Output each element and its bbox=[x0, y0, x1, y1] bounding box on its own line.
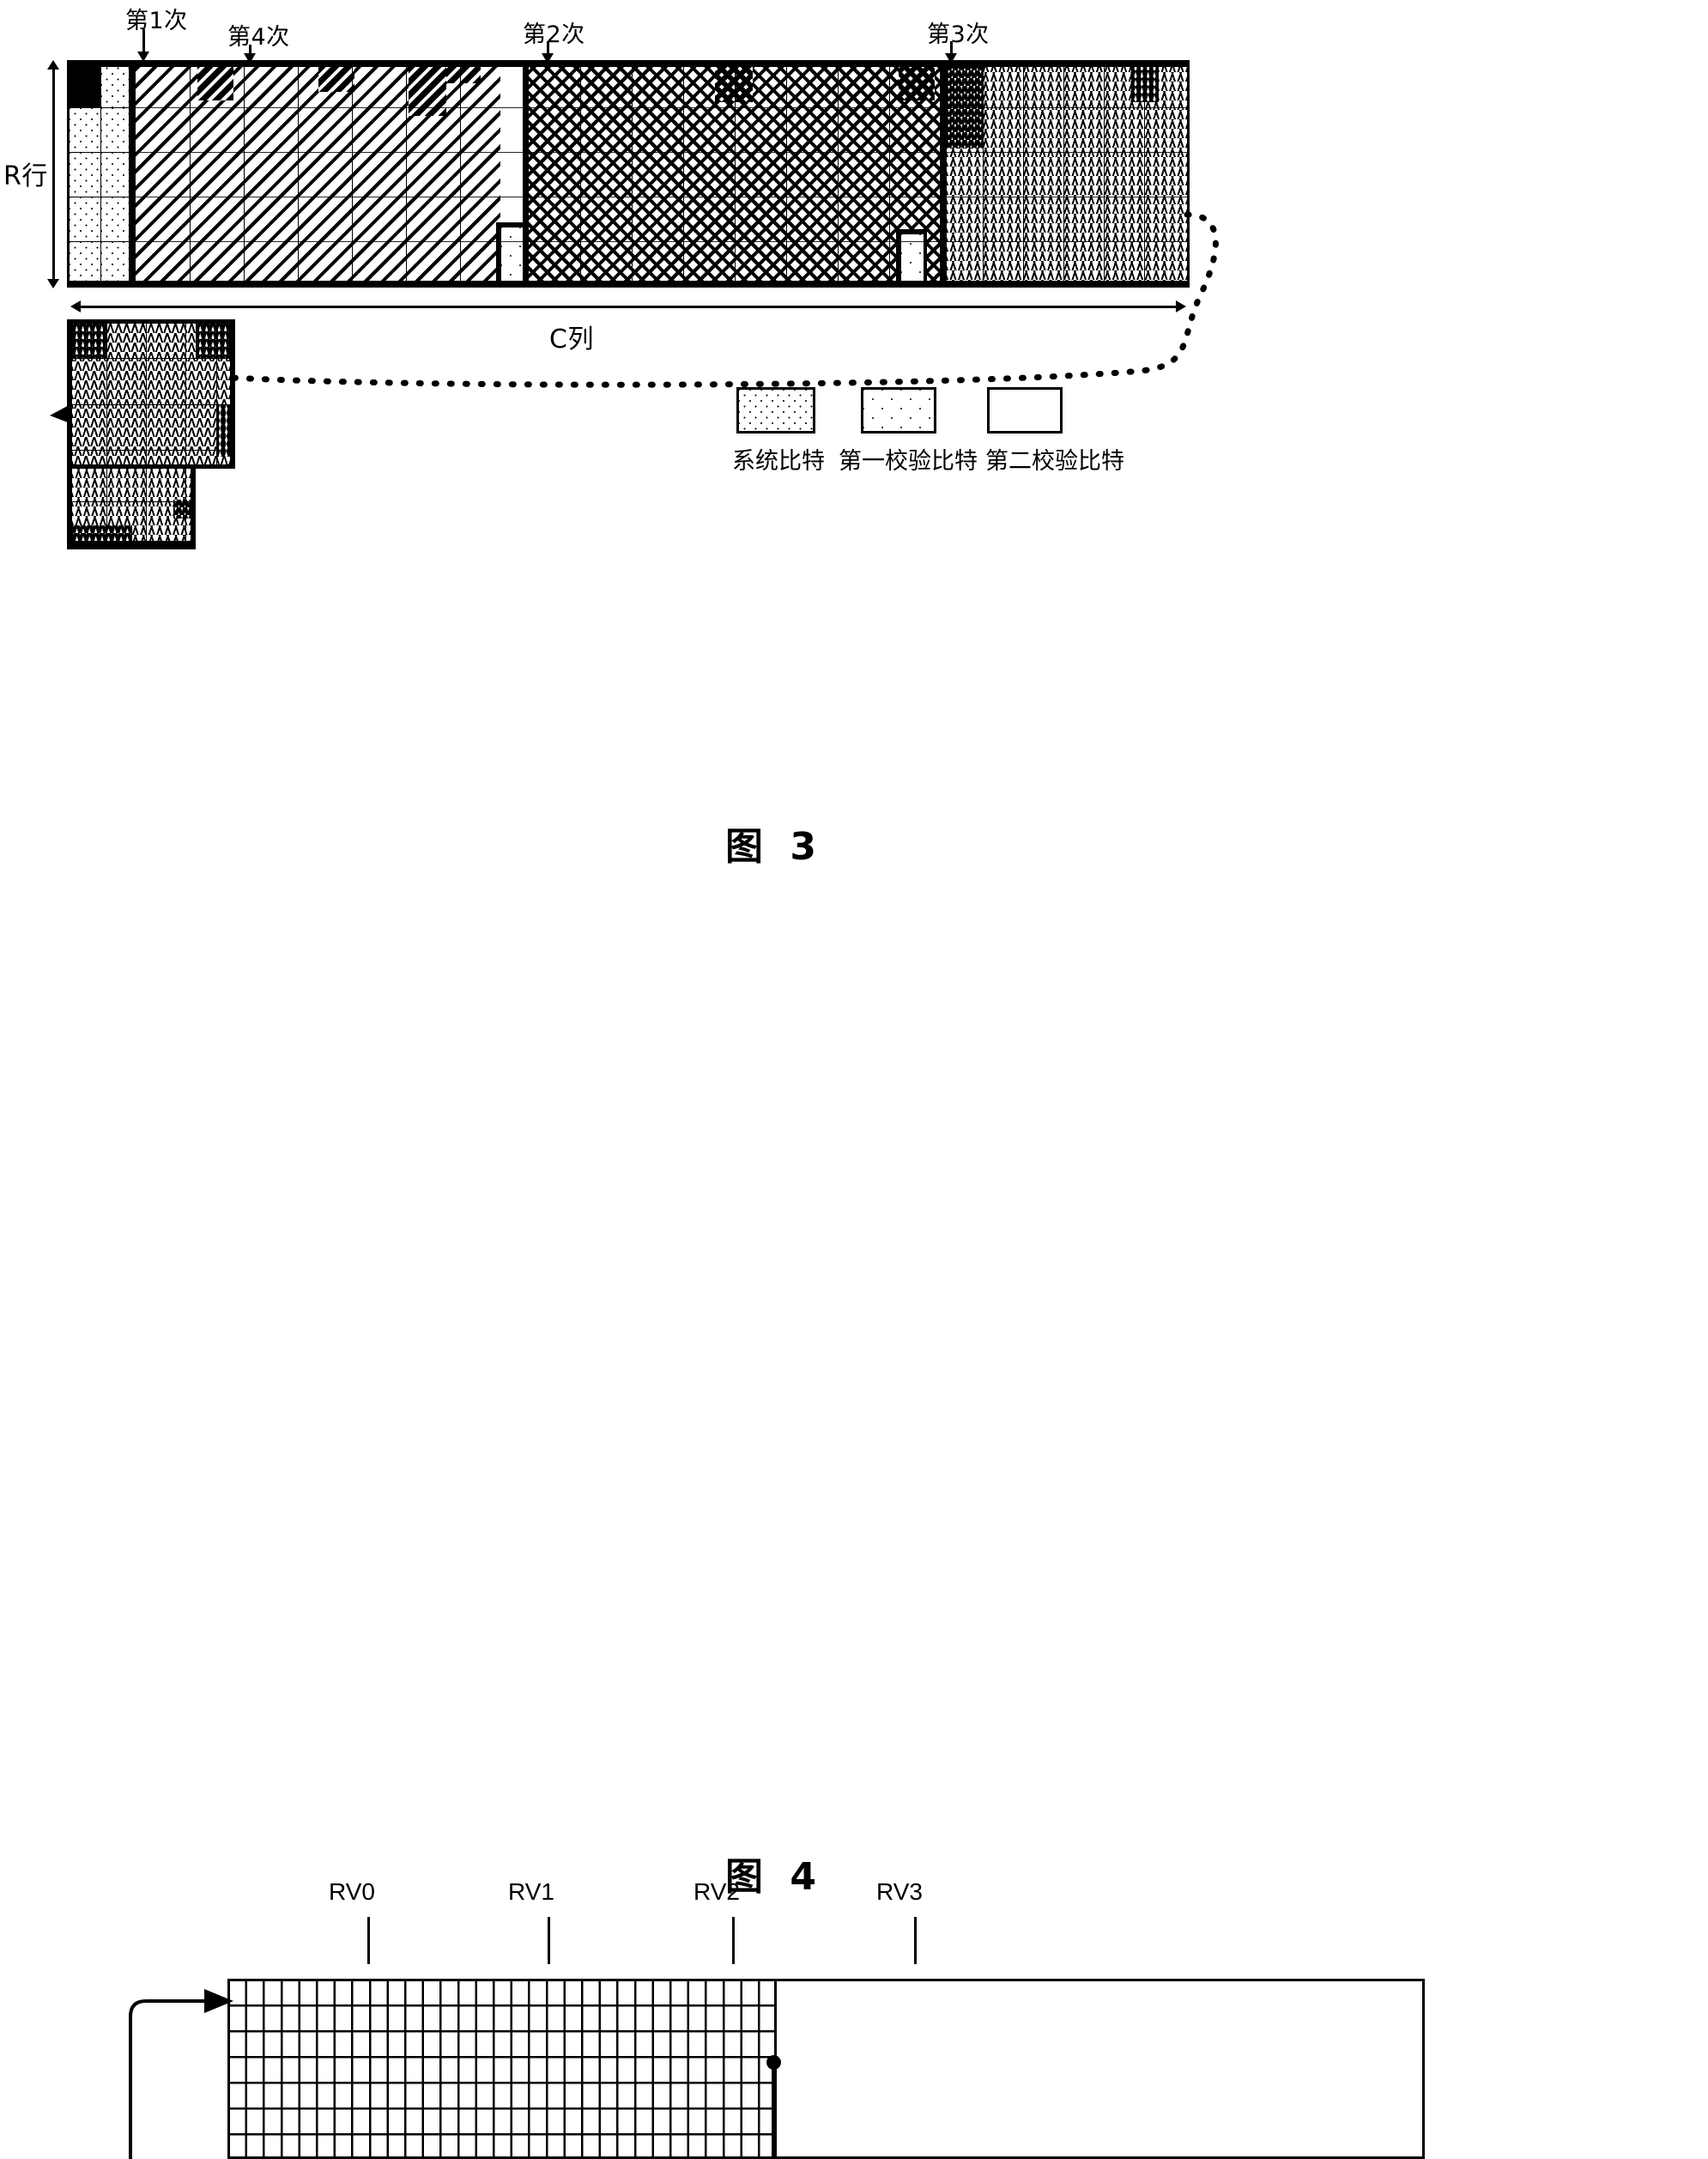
feedback-loop bbox=[129, 1989, 775, 2159]
rv-tick-0 bbox=[367, 1917, 370, 1964]
figure-4: RV0 RV1 RV2 RV3 图 4 bbox=[0, 987, 1708, 2159]
legend-label-first-parity: 第一校验比特 bbox=[839, 448, 978, 475]
rv-tick-1 bbox=[548, 1917, 550, 1964]
rv-tick-3 bbox=[914, 1917, 917, 1964]
rv-tick-2 bbox=[732, 1917, 735, 1964]
legend-swatch-second-parity bbox=[987, 387, 1063, 434]
legend-swatch-first-parity bbox=[861, 387, 936, 434]
legend-label-systematic: 系统比特 bbox=[732, 448, 825, 475]
legend: 系统比特 第一校验比特 第二校验比特 bbox=[0, 0, 1708, 858]
figure-4-caption: 图 4 bbox=[725, 1855, 823, 1899]
legend-label-second-parity: 第二校验比特 bbox=[985, 448, 1124, 475]
figure-3-caption: 图 3 bbox=[725, 825, 823, 869]
buffer-grid-border bbox=[227, 1979, 777, 2159]
legend-swatch-systematic bbox=[736, 387, 815, 434]
figure-3: 第1次 第4次 第2次 第3次 R行 C列 系统比特 第一校验比特 第二校验比特… bbox=[0, 0, 1708, 910]
